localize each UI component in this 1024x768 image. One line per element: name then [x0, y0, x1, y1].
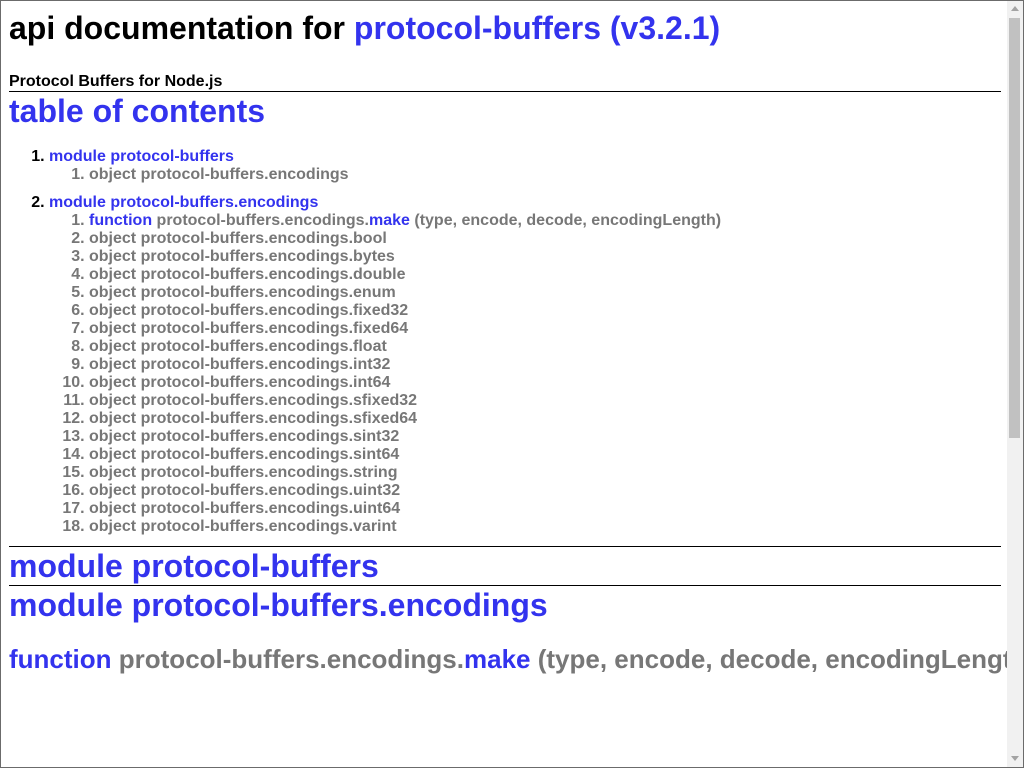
function-heading: function protocol-buffers.encodings.make… — [9, 644, 1023, 674]
toc-object-kind: object — [89, 302, 137, 319]
toc-object-item: object protocol-buffers.encodings.float — [89, 338, 1001, 356]
page-title-prefix: api documentation for — [9, 10, 354, 46]
toc-module-item: module protocol-buffers.encodings functi… — [49, 194, 1001, 536]
toc-object-item: object protocol-buffers.encodings.fixed3… — [89, 302, 1001, 320]
toc-object-name: protocol-buffers.encodings.string — [140, 464, 398, 481]
toc-object-item: object protocol-buffers.encodings.bytes — [89, 248, 1001, 266]
scrollbar-thumb[interactable] — [1009, 18, 1020, 438]
package-description: Protocol Buffers for Node.js — [9, 73, 223, 90]
toc-object-name: protocol-buffers.encodings.int32 — [140, 356, 391, 373]
toc-module-link[interactable]: module protocol-buffers.encodings — [49, 194, 318, 211]
toc-object-kind: object — [89, 500, 137, 517]
scroll-up-arrow-icon — [1011, 6, 1019, 11]
toc-object-item: object protocol-buffers.encodings.sfixed… — [89, 392, 1001, 410]
toc-object-kind: object — [89, 482, 137, 499]
toc-object-name: protocol-buffers.encodings.fixed64 — [140, 320, 409, 337]
function-keyword-link[interactable]: function — [9, 644, 112, 674]
toc-object-kind: object — [89, 392, 137, 409]
toc-object-kind: object — [89, 248, 137, 265]
toc-object-kind: object — [89, 464, 137, 481]
toc-object-item: object protocol-buffers.encodings.string — [89, 464, 1001, 482]
toc-object-name: protocol-buffers.encodings.sfixed64 — [140, 410, 418, 427]
toc-object-name: protocol-buffers.encodings.uint32 — [140, 482, 401, 499]
toc-list: module protocol-buffers object protocol-… — [9, 148, 1001, 536]
scroll-down-button[interactable] — [1007, 751, 1023, 767]
toc-object-item: object protocol-buffers.encodings.int32 — [89, 356, 1001, 374]
toc-object-name: protocol-buffers.encodings.fixed32 — [140, 302, 409, 319]
toc-heading: table of contents — [9, 92, 1001, 130]
toc-heading-link[interactable]: table of contents — [9, 93, 265, 129]
toc-object-name: protocol-buffers.encodings.enum — [140, 284, 396, 301]
toc-object-name: protocol-buffers.encodings.double — [140, 266, 406, 283]
package-link[interactable]: protocol-buffers (v3.2.1) — [354, 10, 720, 46]
toc-object-kind: object — [89, 446, 137, 463]
toc-object-item: object protocol-buffers.encodings.int64 — [89, 374, 1001, 392]
function-name-link[interactable]: make — [464, 644, 531, 674]
toc-object-item: object protocol-buffers.encodings.sint64 — [89, 446, 1001, 464]
toc-object-name: protocol-buffers.encodings — [140, 166, 349, 183]
toc-object-item: object protocol-buffers.encodings.enum — [89, 284, 1001, 302]
scroll-up-button[interactable] — [1007, 1, 1023, 17]
page-title: api documentation for protocol-buffers (… — [9, 9, 1001, 47]
toc-function-item: function protocol-buffers.encodings.make… — [89, 212, 1001, 230]
toc-object-item: object protocol-buffers.encodings.sfixed… — [89, 410, 1001, 428]
toc-function-prefix: protocol-buffers.encodings. — [156, 212, 369, 229]
toc-object-kind: object — [89, 230, 137, 247]
toc-object-name: protocol-buffers.encodings.uint64 — [140, 500, 401, 517]
toc-function-args: (type, encode, decode, encodingLength) — [414, 212, 722, 229]
vertical-scrollbar[interactable] — [1007, 1, 1023, 767]
toc-object-item: object protocol-buffers.encodings.fixed6… — [89, 320, 1001, 338]
function-args: (type, encode, decode, encodingLength) — [537, 644, 1024, 674]
toc-sublist: function protocol-buffers.encodings.make… — [49, 212, 1001, 536]
toc-module-item: module protocol-buffers object protocol-… — [49, 148, 1001, 184]
toc-object-name: protocol-buffers.encodings.int64 — [140, 374, 391, 391]
module-heading: module protocol-buffers — [9, 547, 1001, 585]
toc-object-item: object protocol-buffers.encodings — [89, 166, 1001, 184]
function-prefix: protocol-buffers.encodings. — [118, 644, 464, 674]
toc-object-kind: object — [89, 428, 137, 445]
toc-object-kind: object — [89, 320, 137, 337]
browser-viewport: api documentation for protocol-buffers (… — [0, 0, 1024, 768]
toc-function-name-link[interactable]: make — [369, 212, 410, 229]
toc-object-item: object protocol-buffers.encodings.double — [89, 266, 1001, 284]
toc-object-name: protocol-buffers.encodings.sfixed32 — [140, 392, 418, 409]
toc-object-kind: object — [89, 356, 137, 373]
toc-object-name: protocol-buffers.encodings.bytes — [140, 248, 395, 265]
toc-object-item: object protocol-buffers.encodings.varint — [89, 518, 1001, 536]
toc-module-link[interactable]: module protocol-buffers — [49, 148, 234, 165]
toc-object-name: protocol-buffers.encodings.sint32 — [140, 428, 400, 445]
module-heading-link[interactable]: module protocol-buffers — [9, 548, 379, 584]
toc-object-name: protocol-buffers.encodings.sint64 — [140, 446, 400, 463]
toc-object-name: protocol-buffers.encodings.bool — [140, 230, 387, 247]
toc-sublist: object protocol-buffers.encodings — [49, 166, 1001, 184]
toc-object-item: object protocol-buffers.encodings.bool — [89, 230, 1001, 248]
toc-object-item: object protocol-buffers.encodings.uint32 — [89, 482, 1001, 500]
toc-object-kind: object — [89, 284, 137, 301]
toc-object-item: object protocol-buffers.encodings.uint64 — [89, 500, 1001, 518]
toc-object-kind: object — [89, 266, 137, 283]
toc-function-keyword[interactable]: function — [89, 212, 152, 229]
toc-object-kind: object — [89, 410, 137, 427]
module-heading-link[interactable]: module protocol-buffers.encodings — [9, 587, 548, 623]
toc-object-item: object protocol-buffers.encodings.sint32 — [89, 428, 1001, 446]
toc-object-kind: object — [89, 518, 137, 535]
toc-object-name: protocol-buffers.encodings.float — [140, 338, 387, 355]
toc-object-kind: object — [89, 374, 137, 391]
scroll-down-arrow-icon — [1011, 756, 1019, 761]
toc-object-kind: object — [89, 338, 137, 355]
toc-object-kind: object — [89, 166, 137, 183]
toc-object-name: protocol-buffers.encodings.varint — [140, 518, 397, 535]
page-content: api documentation for protocol-buffers (… — [9, 1, 1023, 674]
module-heading: module protocol-buffers.encodings — [9, 586, 1001, 624]
